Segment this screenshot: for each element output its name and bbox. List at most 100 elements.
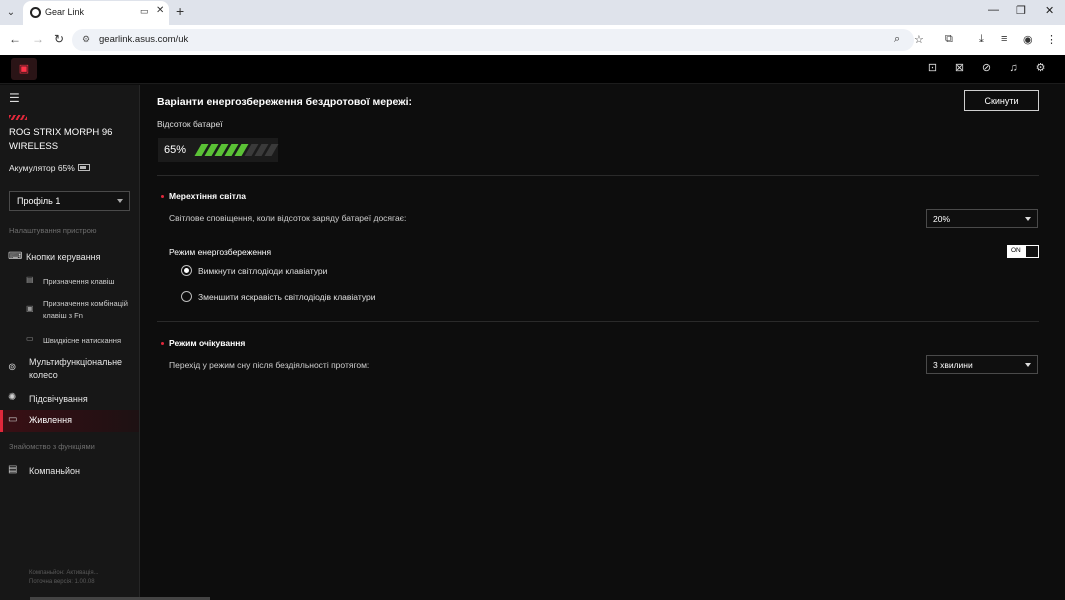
- sidebar-item-label: Кнопки керування: [26, 252, 101, 262]
- download-icon[interactable]: ⤓: [979, 33, 984, 46]
- edit-icon[interactable]: ⊠: [952, 61, 967, 76]
- extensions-icon[interactable]: ⧉: [945, 33, 953, 46]
- sidebar-item-power[interactable]: ▭ Живлення: [0, 410, 139, 432]
- profile-select[interactable]: Профіль 1: [9, 191, 130, 211]
- app-header: ▣ ⊡ ⊠ ⊘ ♫ ⚙: [0, 55, 1065, 84]
- settings-gear-icon[interactable]: ⚙: [1033, 61, 1048, 76]
- tab-title: Gear Link: [45, 7, 85, 17]
- bookmark-star-icon[interactable]: ☆: [914, 33, 924, 46]
- reset-button[interactable]: Скинути: [964, 90, 1039, 111]
- browser-tab[interactable]: Gear Link ▭ ✕: [23, 1, 169, 25]
- sidebar-item-label: Живлення: [29, 415, 72, 425]
- battery-status: Акумулятор 65%: [9, 163, 75, 173]
- back-icon[interactable]: ←: [9, 32, 21, 46]
- profile-value: Профіль 1: [17, 196, 61, 206]
- tab-media-icon: ▭: [140, 6, 149, 16]
- sidebar-item-rapid-trigger[interactable]: ▭ Швидкісне натискання: [0, 333, 139, 349]
- divider: [157, 175, 1039, 176]
- power-saving-toggle[interactable]: ON: [1007, 245, 1039, 258]
- flicker-heading: Мерехтіння світла: [169, 191, 246, 201]
- sidebar-item-label: Мультифункціональне колесо: [29, 357, 123, 380]
- battery-percent-label: Відсоток батареї: [157, 119, 223, 129]
- rog-logo-icon: [9, 115, 27, 120]
- hamburger-menu-icon[interactable]: ☰: [9, 91, 20, 105]
- active-indicator: [0, 410, 3, 432]
- battery-indicator: 65%: [158, 138, 279, 162]
- sidebar-item-label: Призначення комбінацій клавіш з Fn: [43, 299, 128, 320]
- standby-heading: Режим очікування: [169, 338, 246, 348]
- gear-link-logo-icon[interactable]: ▣: [11, 58, 37, 80]
- companion-icon: ▤: [8, 464, 18, 475]
- fn-icon: ▣: [26, 304, 34, 313]
- sync-icon[interactable]: ⊘: [979, 61, 994, 76]
- sidebar-item-lighting[interactable]: ✺ Підсвічування: [0, 391, 139, 409]
- keyboard-icon: ⌨: [8, 251, 23, 262]
- radio-disable-leds-label[interactable]: Вимкнути світлодіоди клавіатури: [198, 266, 327, 276]
- standby-time-value: 3 хвилини: [933, 360, 973, 370]
- sidebar: ☰ ROG STRIX MORPH 96 WIRELESS Акумулятор…: [0, 85, 140, 600]
- sidebar-item-wheel[interactable]: ⊚ Мультифункціональне колесо: [0, 355, 139, 381]
- reload-icon[interactable]: ↻: [54, 32, 64, 46]
- section-bullet: [161, 342, 164, 345]
- divider: [157, 321, 1039, 322]
- tab-search-icon[interactable]: ⌄: [2, 4, 20, 22]
- version-info: Компаньйон: Активація... Поточна версія:…: [29, 569, 99, 587]
- standby-time-select[interactable]: 3 хвилини: [926, 355, 1038, 374]
- sidebar-item-controls[interactable]: ⌨ Кнопки керування: [0, 250, 139, 268]
- battery-level-bar: [194, 144, 279, 156]
- sidebar-item-key-assignment[interactable]: ▤ Призначення клавіш: [0, 274, 139, 290]
- chrome-menu-icon[interactable]: ⋮: [1046, 33, 1057, 46]
- favicon-icon: [30, 7, 41, 18]
- sidebar-item-label: Призначення клавіш: [43, 277, 115, 286]
- url-text: gearlink.asus.com/uk: [99, 34, 189, 45]
- section-bullet: [161, 195, 164, 198]
- battery-icon: ▭: [8, 414, 18, 425]
- section-features: Знайомство з функціями: [9, 442, 95, 451]
- main-panel: Варіанти енергозбереження бездротової ме…: [141, 85, 1065, 600]
- radio-dim-leds-label[interactable]: Зменшити яскравість світлодіодів клавіат…: [198, 292, 375, 302]
- sidebar-item-label: Підсвічування: [29, 394, 88, 404]
- browser-toolbar: ← → ↻ ⚙ gearlink.asus.com/uk ⌕ ☆ ⧉ ⤓ ≡ ◉…: [0, 25, 1065, 55]
- companion-status: Компаньйон: Активація...: [29, 570, 99, 576]
- current-version: Поточна версія: 1.00.08: [29, 579, 95, 585]
- section-device-settings: Налаштування пристрою: [9, 226, 97, 235]
- wheel-icon: ⊚: [8, 362, 17, 373]
- site-info-icon[interactable]: ⚙: [82, 34, 90, 45]
- sidebar-item-label: Компаньйон: [29, 466, 80, 476]
- address-bar[interactable]: ⚙ gearlink.asus.com/uk ⌕ ☆: [72, 29, 924, 51]
- toggle-state: ON: [1011, 247, 1021, 254]
- standby-description: Перехід у режим сну після бездіяльності …: [169, 360, 370, 370]
- rapid-icon: ▭: [26, 334, 34, 343]
- notification-bell-icon[interactable]: ♫: [1006, 61, 1021, 76]
- battery-percent-value: 65%: [164, 144, 187, 156]
- chevron-down-icon: [117, 199, 123, 203]
- flicker-threshold-select[interactable]: 20%: [926, 209, 1038, 228]
- flicker-threshold-value: 20%: [933, 214, 951, 224]
- flicker-description: Світлове сповіщення, коли відсоток заряд…: [169, 213, 407, 223]
- new-tab-icon[interactable]: +: [176, 3, 184, 19]
- device-name: ROG STRIX MORPH 96 WIRELESS: [9, 127, 113, 152]
- chevron-down-icon: [1025, 217, 1031, 221]
- radio-dim-leds[interactable]: [181, 291, 192, 302]
- profile-icon[interactable]: ◉: [1023, 33, 1033, 46]
- browser-tab-strip: ⌄ Gear Link ▭ ✕ + — ❐ ✕: [0, 0, 1065, 25]
- zoom-icon[interactable]: ⌕: [894, 33, 900, 46]
- light-icon: ✺: [8, 392, 17, 403]
- minimize-icon[interactable]: —: [988, 4, 999, 16]
- radio-disable-leds[interactable]: [181, 265, 192, 276]
- toggle-knob: [1026, 246, 1038, 257]
- chevron-down-icon: [1025, 363, 1031, 367]
- media-control-icon[interactable]: ≡: [1001, 33, 1007, 45]
- restore-icon[interactable]: ❐: [1016, 4, 1026, 17]
- battery-small-icon: [78, 164, 90, 171]
- sidebar-item-companion[interactable]: ▤ Компаньйон: [0, 463, 139, 481]
- close-window-icon[interactable]: ✕: [1045, 4, 1054, 17]
- sidebar-item-label: Швидкісне натискання: [43, 336, 122, 345]
- close-tab-icon[interactable]: ✕: [156, 5, 164, 16]
- keys-icon: ▤: [26, 275, 34, 284]
- macro-icon[interactable]: ⊡: [925, 61, 940, 76]
- page-title: Варіанти енергозбереження бездротової ме…: [157, 96, 413, 108]
- sidebar-item-fn-combos[interactable]: ▣ Призначення комбінацій клавіш з Fn: [0, 297, 139, 323]
- forward-icon[interactable]: →: [32, 32, 44, 46]
- power-saving-heading: Режим енергозбереження: [169, 247, 272, 257]
